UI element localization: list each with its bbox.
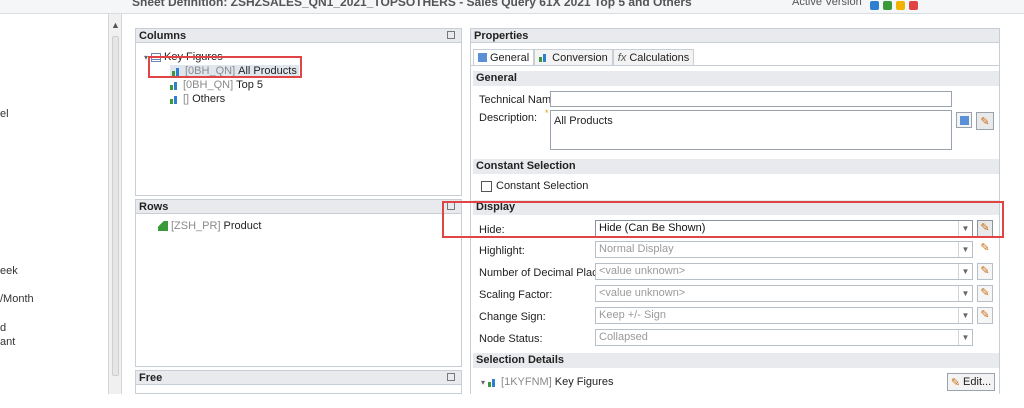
toolbar-icon-blue[interactable] xyxy=(870,1,879,10)
highlight-dropdown[interactable]: Normal Display ▼ xyxy=(595,241,973,258)
editor-title-bar: Sheet Definition: ZSHZSALES_QN1_2021_TOP… xyxy=(0,0,1024,14)
chevron-down-icon[interactable]: ▾ xyxy=(481,378,485,387)
decimal-places-dropdown[interactable]: <value unknown> ▼ xyxy=(595,263,973,280)
key-figure-icon xyxy=(170,95,180,104)
left-scrollbar[interactable]: ▲ xyxy=(108,14,122,394)
scroll-thumb[interactable] xyxy=(112,36,119,376)
tree-item-top-5[interactable]: [0BH_QN] Top 5 xyxy=(170,79,263,91)
change-sign-label: Change Sign: xyxy=(479,311,546,323)
pencil-icon: ✎ xyxy=(980,115,990,128)
translate-icon xyxy=(959,115,969,125)
edit-selection-button[interactable]: ✎ Edit... xyxy=(947,373,995,391)
nav-fragment[interactable]: eek xyxy=(0,265,18,277)
highlight-edit-button[interactable]: ✎ xyxy=(977,241,993,258)
selection-detail-key-figures[interactable]: ▾ [1KYFNM] Key Figures xyxy=(481,376,613,388)
conversion-tab-icon xyxy=(539,53,549,62)
tab-general[interactable]: General xyxy=(473,49,535,65)
chevron-down-icon[interactable]: ▼ xyxy=(958,308,972,323)
required-marker-icon: * xyxy=(545,108,549,118)
function-icon: fx xyxy=(617,51,627,64)
description-field[interactable]: All Products xyxy=(550,110,952,150)
chevron-down-icon[interactable]: ▼ xyxy=(958,264,972,279)
scroll-up-icon[interactable]: ▲ xyxy=(111,20,120,30)
tree-item-others[interactable]: [] Others xyxy=(170,93,225,105)
description-label: Description: xyxy=(479,112,538,124)
columns-header: Columns xyxy=(136,29,461,43)
toolbar-icons xyxy=(870,1,918,10)
highlight-all-products xyxy=(148,56,302,78)
scaling-factor-dropdown[interactable]: <value unknown> ▼ xyxy=(595,285,973,302)
change-sign-edit-button[interactable]: ✎ xyxy=(977,307,993,324)
decimal-places-label: Number of Decimal Places: xyxy=(479,267,613,279)
characteristic-icon xyxy=(158,221,168,231)
decimal-places-edit-button[interactable]: ✎ xyxy=(977,263,993,280)
constant-selection-checkbox[interactable] xyxy=(481,180,492,192)
general-group-header: General xyxy=(473,71,999,86)
node-status-label: Node Status: xyxy=(479,333,543,345)
nav-fragment[interactable]: el xyxy=(0,108,9,120)
key-figure-icon xyxy=(170,81,180,90)
scaling-factor-label: Scaling Factor: xyxy=(479,289,553,301)
window-bottom-edge xyxy=(0,394,1024,408)
edit-icon: ✎ xyxy=(950,376,961,389)
free-section: Free xyxy=(135,370,462,394)
highlight-hide-row xyxy=(442,201,1004,238)
change-sign-dropdown[interactable]: Keep +/- Sign ▼ xyxy=(595,307,973,324)
editor-title: Sheet Definition: ZSHZSALES_QN1_2021_TOP… xyxy=(132,0,692,9)
general-tab-icon xyxy=(478,53,487,62)
properties-header: Properties xyxy=(471,29,999,43)
rows-header: Rows xyxy=(136,200,461,214)
technical-name-field[interactable] xyxy=(550,91,952,107)
tab-conversion[interactable]: Conversion xyxy=(534,49,613,65)
properties-tabs: General Conversion fx Calculations xyxy=(473,49,695,65)
minimize-icon[interactable] xyxy=(447,373,455,381)
rows-section: Rows [ZSH_PR] Product xyxy=(135,199,462,367)
tab-calculations[interactable]: fx Calculations xyxy=(612,49,695,65)
chevron-down-icon[interactable]: ▼ xyxy=(958,242,972,257)
nav-fragment[interactable]: d xyxy=(0,322,6,334)
toolbar-icon-green[interactable] xyxy=(883,1,892,10)
technical-name-label: Technical Name: xyxy=(479,94,561,106)
scaling-factor-edit-button[interactable]: ✎ xyxy=(977,285,993,302)
columns-section: Columns ▾ Key Figures [0BH_QN] All Produ… xyxy=(135,28,462,196)
key-figure-icon xyxy=(488,378,498,387)
nav-fragment[interactable]: /Month xyxy=(0,293,34,305)
node-status-dropdown[interactable]: Collapsed ▼ xyxy=(595,329,973,346)
tree-item-product[interactable]: [ZSH_PR] Product xyxy=(158,220,261,232)
toolbar-icon-red[interactable] xyxy=(909,1,918,10)
free-header: Free xyxy=(136,371,461,385)
minimize-icon[interactable] xyxy=(447,31,455,39)
nav-fragment[interactable]: ant xyxy=(0,336,15,348)
translate-button[interactable] xyxy=(956,112,972,128)
chevron-down-icon[interactable]: ▼ xyxy=(958,330,972,345)
version-label: Active Version xyxy=(792,0,862,8)
highlight-label: Highlight: xyxy=(479,245,525,257)
constant-selection-row[interactable]: Constant Selection xyxy=(481,180,588,192)
chevron-down-icon[interactable]: ▼ xyxy=(958,286,972,301)
constant-selection-header: Constant Selection xyxy=(473,159,999,174)
selection-details-header: Selection Details xyxy=(473,353,999,368)
left-navigation-panel: el eek /Month d ant xyxy=(0,14,108,408)
toolbar-icon-yellow[interactable] xyxy=(896,1,905,10)
description-edit-button[interactable]: ✎ xyxy=(976,112,994,130)
